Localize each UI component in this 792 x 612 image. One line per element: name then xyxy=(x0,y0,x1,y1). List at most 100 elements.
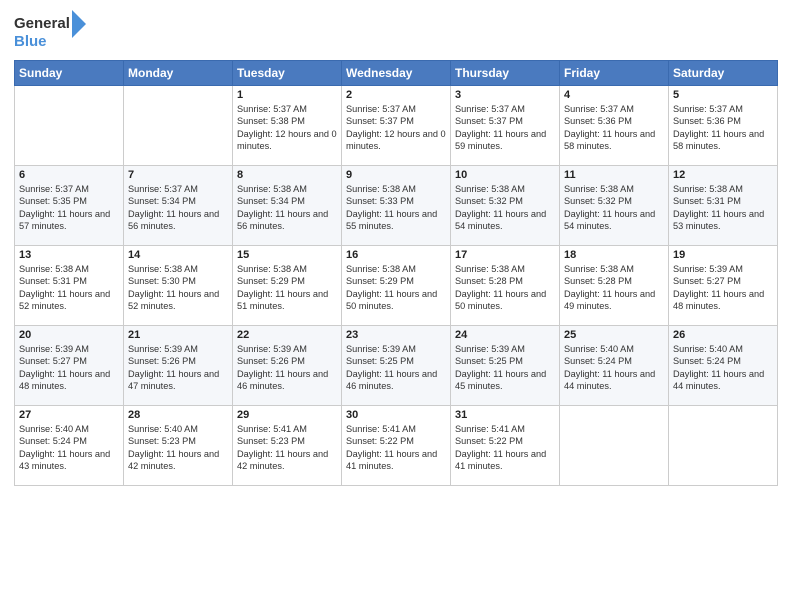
calendar-cell: 30 Sunrise: 5:41 AMSunset: 5:22 PMDayligh… xyxy=(342,406,451,486)
day-info: Sunrise: 5:39 AMSunset: 5:27 PMDaylight:… xyxy=(19,343,119,393)
day-number: 14 xyxy=(128,249,228,261)
week-row-2: 6 Sunrise: 5:37 AMSunset: 5:35 PMDaylight… xyxy=(15,166,778,246)
calendar-table: SundayMondayTuesdayWednesdayThursdayFrid… xyxy=(14,60,778,486)
day-info: Sunrise: 5:39 AMSunset: 5:26 PMDaylight:… xyxy=(237,343,337,393)
day-info: Sunrise: 5:40 AMSunset: 5:24 PMDaylight:… xyxy=(564,343,664,393)
day-info: Sunrise: 5:38 AMSunset: 5:31 PMDaylight:… xyxy=(673,183,773,233)
day-info: Sunrise: 5:37 AMSunset: 5:36 PMDaylight:… xyxy=(673,103,773,153)
day-info: Sunrise: 5:38 AMSunset: 5:32 PMDaylight:… xyxy=(564,183,664,233)
calendar-cell: 4Sunrise: 5:37 AMSunset: 5:36 PMDaylight… xyxy=(560,86,669,166)
day-number: 16 xyxy=(346,249,446,261)
day-info: Sunrise: 5:39 AMSunset: 5:27 PMDaylight:… xyxy=(673,263,773,313)
day-info: Sunrise: 5:37 AMSunset: 5:37 PMDaylight:… xyxy=(346,103,446,153)
day-number: 11 xyxy=(564,169,664,181)
day-number: 2 xyxy=(346,89,446,101)
day-number: 6 xyxy=(19,169,119,181)
day-number: 7 xyxy=(128,169,228,181)
day-number: 19 xyxy=(673,249,773,261)
calendar-cell: 20 Sunrise: 5:39 AMSunset: 5:27 PMDayligh… xyxy=(15,326,124,406)
day-info: Sunrise: 5:41 AMSunset: 5:22 PMDaylight:… xyxy=(346,423,446,473)
svg-text:General: General xyxy=(14,15,70,32)
day-info: Sunrise: 5:39 AMSunset: 5:25 PMDaylight:… xyxy=(346,343,446,393)
calendar-cell: 15 Sunrise: 5:38 AMSunset: 5:29 PMDayligh… xyxy=(233,246,342,326)
weekday-header-friday: Friday xyxy=(560,61,669,86)
calendar-cell: 22 Sunrise: 5:39 AMSunset: 5:26 PMDayligh… xyxy=(233,326,342,406)
day-number: 10 xyxy=(455,169,555,181)
week-row-4: 20 Sunrise: 5:39 AMSunset: 5:27 PMDayligh… xyxy=(15,326,778,406)
calendar-cell: 26Sunrise: 5:40 AMSunset: 5:24 PMDayligh… xyxy=(669,326,778,406)
day-info: Sunrise: 5:38 AMSunset: 5:34 PMDaylight:… xyxy=(237,183,337,233)
day-info: Sunrise: 5:41 AMSunset: 5:23 PMDaylight:… xyxy=(237,423,337,473)
day-number: 26 xyxy=(673,329,773,341)
day-info: Sunrise: 5:39 AMSunset: 5:25 PMDaylight:… xyxy=(455,343,555,393)
calendar-cell: 19 Sunrise: 5:39 AMSunset: 5:27 PMDayligh… xyxy=(669,246,778,326)
weekday-header-saturday: Saturday xyxy=(669,61,778,86)
calendar-body: 1 Sunrise: 5:37 AMSunset: 5:38 PMDaylight… xyxy=(15,86,778,486)
day-info: Sunrise: 5:37 AMSunset: 5:37 PMDaylight:… xyxy=(455,103,555,153)
calendar-cell xyxy=(15,86,124,166)
day-info: Sunrise: 5:38 AMSunset: 5:31 PMDaylight:… xyxy=(19,263,119,313)
week-row-5: 27 Sunrise: 5:40 AMSunset: 5:24 PMDayligh… xyxy=(15,406,778,486)
calendar-cell: 29 Sunrise: 5:41 AMSunset: 5:23 PMDayligh… xyxy=(233,406,342,486)
calendar-cell: 10 Sunrise: 5:38 AMSunset: 5:32 PMDayligh… xyxy=(451,166,560,246)
day-info: Sunrise: 5:38 AMSunset: 5:28 PMDaylight:… xyxy=(455,263,555,313)
day-info: Sunrise: 5:38 AMSunset: 5:29 PMDaylight:… xyxy=(346,263,446,313)
day-number: 28 xyxy=(128,409,228,421)
day-info: Sunrise: 5:41 AMSunset: 5:22 PMDaylight:… xyxy=(455,423,555,473)
calendar-cell: 13Sunrise: 5:38 AMSunset: 5:31 PMDayligh… xyxy=(15,246,124,326)
day-number: 24 xyxy=(455,329,555,341)
weekday-header-tuesday: Tuesday xyxy=(233,61,342,86)
day-number: 12 xyxy=(673,169,773,181)
calendar-cell: 8 Sunrise: 5:38 AMSunset: 5:34 PMDaylight… xyxy=(233,166,342,246)
day-number: 8 xyxy=(237,169,337,181)
weekday-header-sunday: Sunday xyxy=(15,61,124,86)
calendar-cell: 27 Sunrise: 5:40 AMSunset: 5:24 PMDayligh… xyxy=(15,406,124,486)
day-number: 22 xyxy=(237,329,337,341)
calendar-cell: 1 Sunrise: 5:37 AMSunset: 5:38 PMDaylight… xyxy=(233,86,342,166)
calendar-cell: 9Sunrise: 5:38 AMSunset: 5:33 PMDaylight… xyxy=(342,166,451,246)
day-number: 1 xyxy=(237,89,337,101)
day-number: 23 xyxy=(346,329,446,341)
header: GeneralBlue xyxy=(14,10,778,54)
day-number: 20 xyxy=(19,329,119,341)
calendar-cell: 5 Sunrise: 5:37 AMSunset: 5:36 PMDaylight… xyxy=(669,86,778,166)
day-number: 3 xyxy=(455,89,555,101)
calendar-cell: 3 Sunrise: 5:37 AMSunset: 5:37 PMDaylight… xyxy=(451,86,560,166)
calendar-cell: 25 Sunrise: 5:40 AMSunset: 5:24 PMDayligh… xyxy=(560,326,669,406)
calendar-cell: 28 Sunrise: 5:40 AMSunset: 5:23 PMDayligh… xyxy=(124,406,233,486)
calendar-cell: 18Sunrise: 5:38 AMSunset: 5:28 PMDayligh… xyxy=(560,246,669,326)
day-number: 30 xyxy=(346,409,446,421)
day-info: Sunrise: 5:38 AMSunset: 5:32 PMDaylight:… xyxy=(455,183,555,233)
logo-svg: GeneralBlue xyxy=(14,10,86,54)
weekday-header-wednesday: Wednesday xyxy=(342,61,451,86)
day-number: 17 xyxy=(455,249,555,261)
day-number: 21 xyxy=(128,329,228,341)
day-number: 27 xyxy=(19,409,119,421)
calendar-cell xyxy=(124,86,233,166)
calendar-cell: 31Sunrise: 5:41 AMSunset: 5:22 PMDayligh… xyxy=(451,406,560,486)
week-row-3: 13Sunrise: 5:38 AMSunset: 5:31 PMDayligh… xyxy=(15,246,778,326)
calendar-cell: 2 Sunrise: 5:37 AMSunset: 5:37 PMDaylight… xyxy=(342,86,451,166)
day-info: Sunrise: 5:39 AMSunset: 5:26 PMDaylight:… xyxy=(128,343,228,393)
day-number: 29 xyxy=(237,409,337,421)
calendar-cell: 17 Sunrise: 5:38 AMSunset: 5:28 PMDayligh… xyxy=(451,246,560,326)
day-info: Sunrise: 5:38 AMSunset: 5:30 PMDaylight:… xyxy=(128,263,228,313)
weekday-header-thursday: Thursday xyxy=(451,61,560,86)
calendar-header: SundayMondayTuesdayWednesdayThursdayFrid… xyxy=(15,61,778,86)
day-info: Sunrise: 5:40 AMSunset: 5:23 PMDaylight:… xyxy=(128,423,228,473)
day-number: 15 xyxy=(237,249,337,261)
calendar-cell: 24 Sunrise: 5:39 AMSunset: 5:25 PMDayligh… xyxy=(451,326,560,406)
weekday-header-monday: Monday xyxy=(124,61,233,86)
svg-text:Blue: Blue xyxy=(14,33,47,50)
day-number: 25 xyxy=(564,329,664,341)
day-info: Sunrise: 5:37 AMSunset: 5:36 PMDaylight:… xyxy=(564,103,664,153)
day-number: 5 xyxy=(673,89,773,101)
day-info: Sunrise: 5:37 AMSunset: 5:38 PMDaylight:… xyxy=(237,103,337,153)
day-info: Sunrise: 5:38 AMSunset: 5:29 PMDaylight:… xyxy=(237,263,337,313)
day-info: Sunrise: 5:37 AMSunset: 5:35 PMDaylight:… xyxy=(19,183,119,233)
day-info: Sunrise: 5:38 AMSunset: 5:33 PMDaylight:… xyxy=(346,183,446,233)
calendar-cell: 14 Sunrise: 5:38 AMSunset: 5:30 PMDayligh… xyxy=(124,246,233,326)
calendar-cell: 6 Sunrise: 5:37 AMSunset: 5:35 PMDaylight… xyxy=(15,166,124,246)
week-row-1: 1 Sunrise: 5:37 AMSunset: 5:38 PMDaylight… xyxy=(15,86,778,166)
day-info: Sunrise: 5:40 AMSunset: 5:24 PMDaylight:… xyxy=(19,423,119,473)
